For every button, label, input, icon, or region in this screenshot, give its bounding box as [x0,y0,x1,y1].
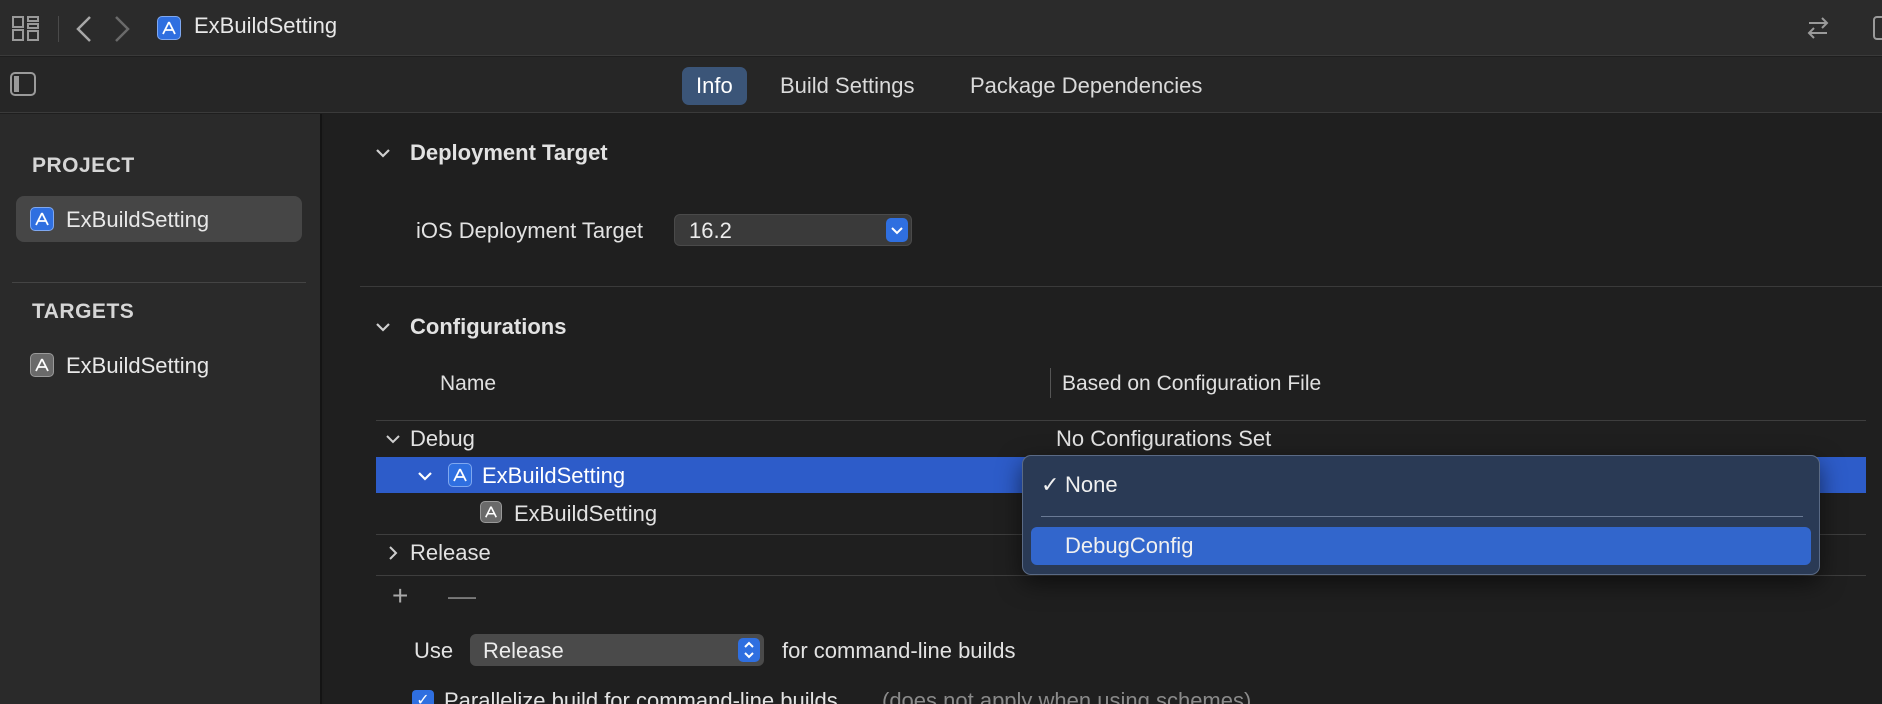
grid-icon[interactable] [12,16,40,42]
row-name: ExBuildSetting [514,501,658,526]
window-title: ExBuildSetting [194,13,338,38]
swap-icon[interactable] [1805,14,1831,42]
parallelize-note: (does not apply when using schemes) [882,688,1252,704]
menu-divider [1041,516,1803,517]
remove-configuration-button[interactable]: — [448,580,476,612]
ios-deployment-popup[interactable]: 16.2 [674,214,912,246]
target-icon [30,353,54,377]
configuration-file-menu: ✓ None DebugConfig [1022,455,1820,575]
chevron-right-icon[interactable] [384,544,402,562]
right-panel-icon[interactable] [1872,14,1882,42]
sidebar-item-label: ExBuildSetting [66,207,210,232]
column-divider[interactable] [1050,368,1051,398]
chevron-down-icon[interactable] [374,144,392,162]
menu-item-none[interactable]: ✓ None [1031,466,1811,504]
use-label: Use [414,638,454,663]
toolbar: ExBuildSetting [0,0,1882,56]
menu-item-label: DebugConfig [1065,533,1194,558]
menu-item-label: None [1065,472,1118,497]
popup-chevron-icon [738,638,760,662]
command-line-config-value: Release [483,638,564,663]
row-based-on: No Configurations Set [1056,426,1272,451]
forward-icon[interactable] [112,14,132,44]
add-configuration-button[interactable]: + [392,580,408,612]
target-icon [480,501,502,523]
row-name: Debug [410,426,475,451]
sidebar-toggle-icon[interactable] [10,72,36,96]
sidebar-item-label: ExBuildSetting [66,353,210,378]
parallelize-checkbox[interactable]: ✓ [412,690,434,704]
ios-deployment-value: 16.2 [689,218,732,243]
chevron-down-icon[interactable] [374,318,392,336]
project-icon [30,207,54,231]
checkmark-icon: ✓ [1041,472,1060,497]
table-divider [376,575,1866,576]
row-name: ExBuildSetting [482,463,626,488]
ios-deployment-label: iOS Deployment Target [416,218,644,243]
popup-chevron-icon [886,218,908,242]
configurations-title: Configurations [410,314,567,339]
sidebar-item-target[interactable]: ExBuildSetting [16,342,302,388]
project-sidebar: PROJECT ExBuildSetting TARGETS ExBuildSe… [0,114,322,704]
sidebar-divider [12,282,306,283]
tab-package-dependencies[interactable]: Package Dependencies [956,67,1216,105]
chevron-down-icon[interactable] [384,430,402,448]
use-suffix-label: for command-line builds [782,638,1016,663]
row-name: Release [410,540,491,565]
targets-heading: TARGETS [32,300,135,323]
back-icon[interactable] [74,14,94,44]
column-header-based-on[interactable]: Based on Configuration File [1062,372,1321,396]
project-heading: PROJECT [32,154,135,177]
deployment-target-title: Deployment Target [410,140,608,165]
sidebar-item-project[interactable]: ExBuildSetting [16,196,302,242]
editor-tab-bar: Info Build Settings Package Dependencies [0,57,1882,113]
menu-item-debugconfig[interactable]: DebugConfig [1031,527,1811,565]
xcode-window: ExBuildSetting Info Build Settings Packa… [0,0,1882,704]
parallelize-label[interactable]: Parallelize build for command-line build… [444,688,838,704]
project-info-editor: Deployment Target iOS Deployment Target … [324,114,1882,704]
project-icon [448,463,472,487]
section-divider [360,286,1882,287]
command-line-config-popup[interactable]: Release [470,634,764,666]
tab-info[interactable]: Info [682,67,747,105]
column-header-name[interactable]: Name [440,372,496,396]
table-row-debug[interactable]: Debug No Configurations Set [376,420,1866,456]
tab-build-settings[interactable]: Build Settings [766,67,929,105]
app-icon [157,16,181,40]
toolbar-divider [58,16,59,42]
chevron-down-icon[interactable] [416,467,434,485]
